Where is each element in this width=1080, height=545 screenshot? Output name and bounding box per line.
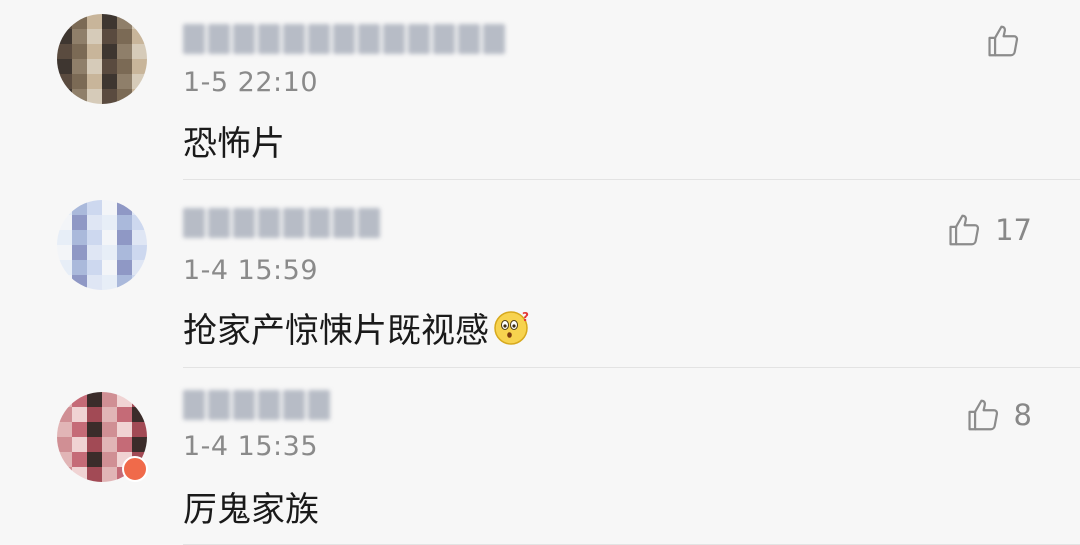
thumbs-up-icon: [967, 399, 998, 431]
svg-text:?: ?: [522, 310, 529, 324]
like-button[interactable]: 17: [945, 211, 1032, 249]
comment-text: 厉鬼家族: [183, 490, 319, 530]
username-blurred[interactable]: [183, 24, 505, 58]
avatar[interactable]: [57, 200, 147, 290]
comment-item: 1-4 15:35 厉鬼家族 8: [0, 368, 1080, 545]
like-count: 17: [995, 213, 1032, 247]
like-button[interactable]: 8: [964, 396, 1032, 434]
comment-time: 1-4 15:59: [183, 255, 318, 286]
thumbs-up-icon: [988, 25, 1019, 57]
comment-item: 1-5 22:10 恐怖片: [0, 0, 1080, 180]
comment-text: 抢家产惊悚片既视感 ?: [183, 303, 529, 352]
vip-badge-icon: [122, 456, 148, 482]
thumbs-up-icon: [949, 214, 980, 246]
username-blurred[interactable]: [183, 390, 330, 424]
avatar-image: [57, 200, 147, 290]
comment-text: 恐怖片: [183, 124, 285, 164]
like-count: 8: [1013, 398, 1032, 432]
surprised-face-icon: ?: [494, 310, 529, 345]
username-blurred[interactable]: [183, 208, 380, 242]
like-button[interactable]: [984, 22, 1034, 60]
comment-time: 1-4 15:35: [183, 431, 318, 462]
comment-text-content: 抢家产惊悚片既视感: [183, 311, 489, 351]
comment-item: 1-4 15:59 抢家产惊悚片既视感 ? 17: [0, 180, 1080, 368]
comment-time: 1-5 22:10: [183, 67, 318, 98]
avatar[interactable]: [57, 14, 147, 104]
avatar-image: [57, 14, 147, 104]
